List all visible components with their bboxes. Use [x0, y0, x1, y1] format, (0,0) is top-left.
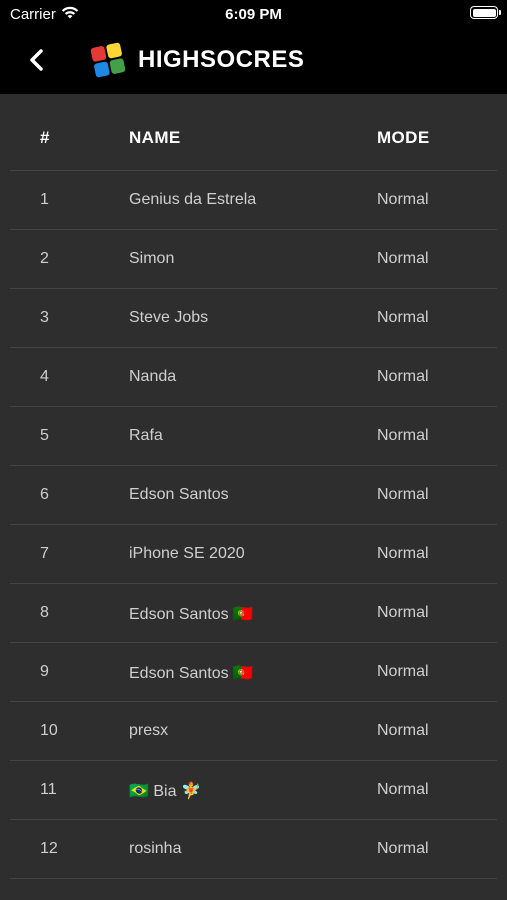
table-row[interactable]: 10 presx Normal [10, 702, 497, 761]
status-time: 6:09 PM [225, 6, 282, 23]
table-row[interactable]: 1 Genius da Estrela Normal [10, 171, 497, 230]
row-rank: 12 [40, 840, 58, 857]
row-rank: 10 [40, 722, 58, 739]
row-name: presx [129, 722, 169, 739]
row-name: Edson Santos 🇵🇹 [129, 606, 253, 623]
navigation-bar: HIGHSOCRES [0, 28, 507, 94]
header-name: NAME [129, 128, 181, 147]
row-mode: Normal [377, 309, 429, 326]
table-row[interactable]: 3 Steve Jobs Normal [10, 289, 497, 348]
table-header: # NAME MODE [10, 106, 497, 171]
chevron-left-icon [30, 49, 43, 71]
table-row[interactable]: 4 Nanda Normal [10, 348, 497, 407]
row-rank: 5 [40, 427, 49, 444]
row-rank: 1 [40, 191, 49, 208]
row-mode: Normal [377, 250, 429, 267]
row-rank: 4 [40, 368, 49, 385]
row-mode: Normal [377, 604, 429, 621]
status-bar: Carrier 6:09 PM [0, 0, 507, 28]
table-row[interactable]: 8 Edson Santos 🇵🇹 Normal [10, 584, 497, 643]
highscores-table: # NAME MODE 1 Genius da Estrela Normal 2… [10, 106, 497, 879]
row-name: Edson Santos 🇵🇹 [129, 665, 253, 682]
header-rank: # [40, 128, 50, 147]
row-name: Steve Jobs [129, 309, 209, 326]
row-mode: Normal [377, 722, 429, 739]
page-title: HIGHSOCRES [138, 46, 305, 73]
row-name: Edson Santos [129, 486, 229, 503]
table-row[interactable]: 7 iPhone SE 2020 Normal [10, 525, 497, 584]
row-rank: 3 [40, 309, 49, 326]
row-mode: Normal [377, 840, 429, 857]
row-rank: 8 [40, 604, 49, 621]
row-mode: Normal [377, 486, 429, 503]
row-mode: Normal [377, 545, 429, 562]
row-mode: Normal [377, 191, 429, 208]
row-rank: 2 [40, 250, 49, 267]
row-rank: 11 [40, 781, 57, 798]
table-row[interactable]: 5 Rafa Normal [10, 407, 497, 466]
row-rank: 9 [40, 663, 49, 680]
row-rank: 7 [40, 545, 49, 562]
row-name: 🇧🇷 Bia 🧚 [129, 783, 201, 800]
battery-icon [470, 6, 501, 19]
table-row[interactable]: 11 🇧🇷 Bia 🧚 Normal [10, 761, 497, 820]
table-row[interactable]: 2 Simon Normal [10, 230, 497, 289]
table-row[interactable]: 6 Edson Santos Normal [10, 466, 497, 525]
row-mode: Normal [377, 781, 429, 798]
row-mode: Normal [377, 663, 429, 680]
row-name: Simon [129, 250, 175, 267]
header-mode: MODE [377, 128, 430, 147]
row-name: Rafa [129, 427, 163, 444]
row-name: Nanda [129, 368, 177, 385]
row-mode: Normal [377, 368, 429, 385]
row-name: rosinha [129, 840, 182, 857]
back-button[interactable] [20, 42, 56, 78]
row-rank: 6 [40, 486, 49, 503]
app-logo-icon [90, 42, 126, 78]
table-row[interactable]: 9 Edson Santos 🇵🇹 Normal [10, 643, 497, 702]
row-name: iPhone SE 2020 [129, 545, 245, 562]
table-row[interactable]: 12 rosinha Normal [10, 820, 497, 879]
row-name: Genius da Estrela [129, 191, 257, 208]
row-mode: Normal [377, 427, 429, 444]
